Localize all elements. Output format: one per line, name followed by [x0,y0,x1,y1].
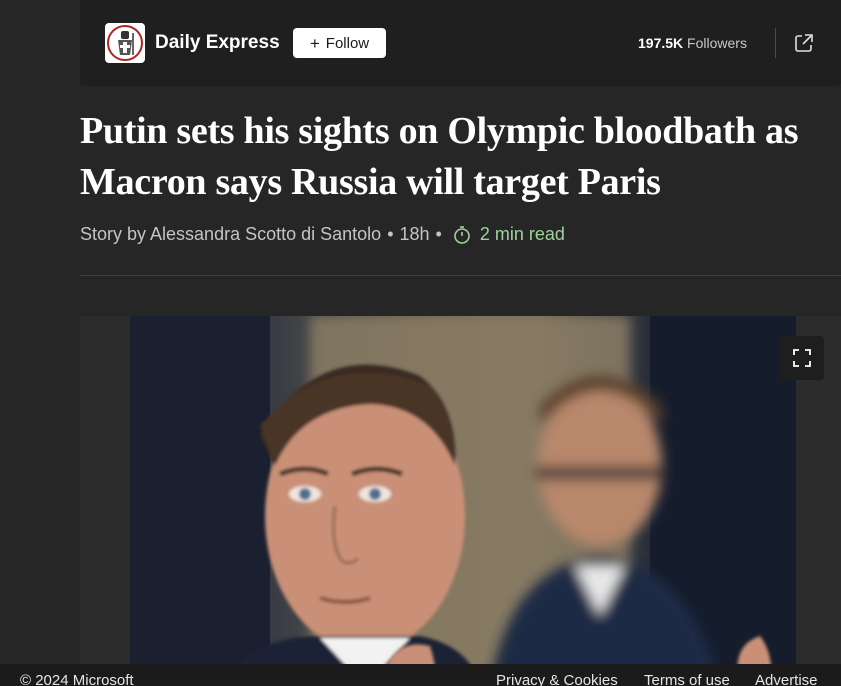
publisher-name[interactable]: Daily Express [155,32,280,54]
publisher-logo[interactable] [105,23,145,63]
followers-count: 197.5K Followers [638,35,747,51]
stopwatch-icon [454,225,470,244]
footer-link-terms[interactable]: Terms of use [644,672,730,686]
copyright-text: © 2024 Microsoft [20,672,134,686]
article-headline: Putin sets his sights on Olympic bloodba… [80,110,799,203]
follow-button[interactable]: + Follow [293,28,386,58]
footer-link-privacy[interactable]: Privacy & Cookies [496,672,618,686]
footer-link-advertise[interactable]: Advertise [755,672,818,686]
article-photo[interactable] [130,316,796,686]
byline-separator: • [387,224,394,244]
section-divider [80,275,841,276]
follow-label: Follow [325,34,370,52]
article-media [80,316,841,686]
crusader-knight-logo [107,25,143,61]
fullscreen-icon [793,349,811,367]
plus-icon: + [309,33,320,53]
expand-image-button[interactable] [780,336,824,380]
share-button[interactable] [792,31,816,55]
page-footer: © 2024 Microsoft Privacy & Cookies Terms… [0,664,841,686]
read-time: 2 min read [452,224,565,245]
followers-label: Followers [687,35,747,51]
article-page: Daily Express + Follow 197.5K Followers … [0,0,841,686]
article-byline: Story by Alessandra Scotto di Santolo • … [80,224,565,245]
photo-illustration [130,316,796,686]
open-external-icon [795,34,813,52]
publisher-bar: Daily Express + Follow 197.5K Followers [80,0,841,86]
read-time-label: 2 min read [479,224,565,244]
byline-separator: • [435,224,442,244]
followers-number: 197.5K [638,35,684,51]
author-line: Story by Alessandra Scotto di Santolo [80,224,382,244]
header-divider [775,28,776,58]
article-age: 18h [399,224,430,244]
